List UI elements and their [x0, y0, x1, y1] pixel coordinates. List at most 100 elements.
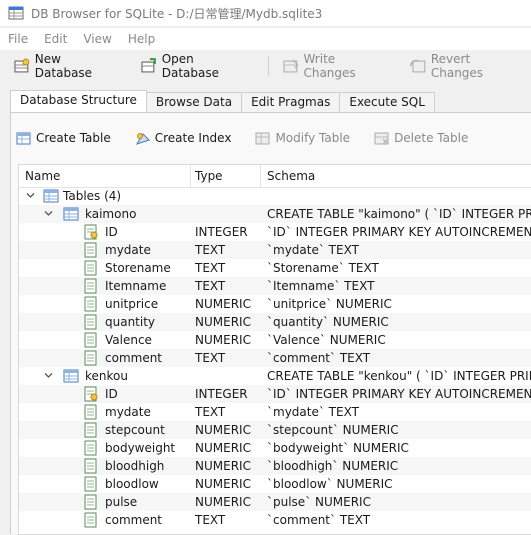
primary-key-field-icon	[84, 224, 98, 240]
tree-row-field[interactable]: mydate TEXT `mydate` TEXT	[19, 241, 531, 259]
modify-table-button[interactable]: Modify Table	[255, 130, 350, 146]
field-schema: `Storename` TEXT	[267, 261, 379, 275]
delete-table-button[interactable]: Delete Table	[374, 130, 468, 146]
toolbar-separator	[267, 56, 269, 76]
field-name: ID	[105, 225, 118, 239]
tree-row-field[interactable]: Itemname TEXT `Itemname` TEXT	[19, 277, 531, 295]
write-changes-button[interactable]: Write Changes	[277, 52, 396, 80]
field-icon	[84, 512, 97, 528]
field-type: NUMERIC	[195, 441, 251, 455]
menu-view[interactable]: View	[83, 32, 111, 46]
open-database-button[interactable]: Open Database	[135, 52, 260, 80]
tree-row-tables[interactable]: Tables (4)	[19, 187, 531, 205]
structure-toolbar: Create Table Create Index Modify Table D…	[16, 124, 492, 152]
field-schema: `bloodhigh` NUMERIC	[267, 459, 399, 473]
menu-bar: File Edit View Help	[0, 28, 531, 50]
field-type: TEXT	[195, 279, 226, 293]
field-icon	[84, 494, 97, 510]
field-type: TEXT	[195, 243, 226, 257]
main-tabs: Database Structure Browse Data Edit Prag…	[10, 90, 435, 113]
tree-row-table[interactable]: kenkou CREATE TABLE "kenkou" ( `ID` INTEG…	[19, 367, 531, 385]
field-type: INTEGER	[195, 387, 248, 401]
field-name: Valence	[105, 333, 152, 347]
field-schema: `ID` INTEGER PRIMARY KEY AUTOINCREMENT	[267, 225, 531, 239]
table-name: kenkou	[85, 369, 128, 383]
field-type: NUMERIC	[195, 423, 251, 437]
field-icon	[84, 350, 97, 366]
field-schema: `pulse` NUMERIC	[267, 495, 371, 509]
column-type[interactable]: Type	[195, 169, 223, 183]
chevron-down-icon[interactable]	[43, 370, 54, 381]
field-name: comment	[105, 351, 163, 365]
tree-row-field[interactable]: bloodlow NUMERIC `bloodlow` NUMERIC	[19, 475, 531, 493]
field-name: ID	[105, 387, 118, 401]
field-type: NUMERIC	[195, 297, 251, 311]
chevron-down-icon[interactable]	[25, 190, 36, 201]
column-divider[interactable]	[260, 165, 261, 187]
chevron-down-icon[interactable]	[43, 208, 54, 219]
tree-row-field[interactable]: comment TEXT `comment` TEXT	[19, 511, 531, 529]
tab-browse-data[interactable]: Browse Data	[145, 92, 243, 113]
tree-row-field[interactable]: Storename TEXT `Storename` TEXT	[19, 259, 531, 277]
menu-help[interactable]: Help	[128, 32, 155, 46]
field-type: NUMERIC	[195, 477, 251, 491]
field-name: pulse	[105, 495, 138, 509]
tree-row-field[interactable]: mydate TEXT `mydate` TEXT	[19, 403, 531, 421]
tree-row-field[interactable]: unitprice NUMERIC `unitprice` NUMERIC	[19, 295, 531, 313]
tree-row-field[interactable]: pulse NUMERIC `pulse` NUMERIC	[19, 493, 531, 511]
column-schema[interactable]: Schema	[267, 169, 315, 183]
tree-row-field[interactable]: Valence NUMERIC `Valence` NUMERIC	[19, 331, 531, 349]
field-icon	[84, 440, 97, 456]
schema-tree[interactable]: Name Type Schema Tables (4) kaimono CREATE…	[18, 164, 531, 535]
tab-database-structure[interactable]: Database Structure	[10, 90, 147, 113]
field-type: TEXT	[195, 513, 226, 527]
tab-edit-pragmas[interactable]: Edit Pragmas	[241, 92, 341, 113]
window-title: DB Browser for SQLite - D:/日常管理/Mydb.sql…	[31, 6, 323, 21]
revert-changes-icon	[410, 59, 426, 73]
tree-row-table[interactable]: kaimono CREATE TABLE "kaimono" ( `ID` INT…	[19, 205, 531, 223]
column-divider[interactable]	[190, 165, 191, 187]
field-schema: `mydate` TEXT	[267, 405, 359, 419]
tree-row-field[interactable]: comment TEXT `comment` TEXT	[19, 349, 531, 367]
tree-row-field[interactable]: bodyweight NUMERIC `bodyweight` NUMERIC	[19, 439, 531, 457]
tree-row-field[interactable]: bloodhigh NUMERIC `bloodhigh` NUMERIC	[19, 457, 531, 475]
field-name: bodyweight	[105, 441, 176, 455]
field-name: comment	[105, 513, 163, 527]
field-icon	[84, 278, 97, 294]
tree-row-field[interactable]: stepcount NUMERIC `stepcount` NUMERIC	[19, 421, 531, 439]
table-schema: CREATE TABLE "kenkou" ( `ID` INTEGER PRI…	[267, 369, 531, 383]
tree-row-field[interactable]: ID INTEGER `ID` INTEGER PRIMARY KEY AUTOIN…	[19, 385, 531, 403]
menu-edit[interactable]: Edit	[44, 32, 67, 46]
field-icon	[84, 422, 97, 438]
tree-row-field[interactable]: quantity NUMERIC `quantity` NUMERIC	[19, 313, 531, 331]
field-icon	[84, 476, 97, 492]
field-schema: `bloodlow` NUMERIC	[267, 477, 393, 491]
field-type: NUMERIC	[195, 459, 251, 473]
field-icon	[84, 242, 97, 258]
field-schema: `comment` TEXT	[267, 513, 371, 527]
new-database-label: New Database	[34, 52, 93, 80]
revert-changes-button[interactable]: Revert Changes	[404, 52, 531, 80]
field-icon	[84, 314, 97, 330]
new-database-button[interactable]: New Database	[8, 52, 127, 80]
open-database-icon	[141, 58, 156, 73]
field-name: bloodlow	[105, 477, 159, 491]
tab-execute-sql[interactable]: Execute SQL	[339, 92, 435, 113]
delete-table-icon	[374, 132, 389, 145]
create-index-button[interactable]: Create Index	[135, 130, 231, 146]
field-name: Storename	[105, 261, 171, 275]
open-database-label: Open Database	[161, 52, 219, 80]
modify-table-icon	[255, 132, 270, 145]
field-icon	[84, 260, 97, 276]
field-icon	[84, 458, 97, 474]
create-table-label: Create Table	[36, 131, 111, 145]
field-schema: `comment` TEXT	[267, 351, 371, 365]
column-name[interactable]: Name	[25, 169, 60, 183]
create-table-button[interactable]: Create Table	[16, 130, 111, 146]
field-schema: `bodyweight` NUMERIC	[267, 441, 409, 455]
menu-file[interactable]: File	[8, 32, 28, 46]
field-type: NUMERIC	[195, 495, 251, 509]
tables-label: Tables (4)	[63, 189, 122, 203]
tree-row-field[interactable]: ID INTEGER `ID` INTEGER PRIMARY KEY AUTOIN…	[19, 223, 531, 241]
field-name: mydate	[105, 405, 151, 419]
